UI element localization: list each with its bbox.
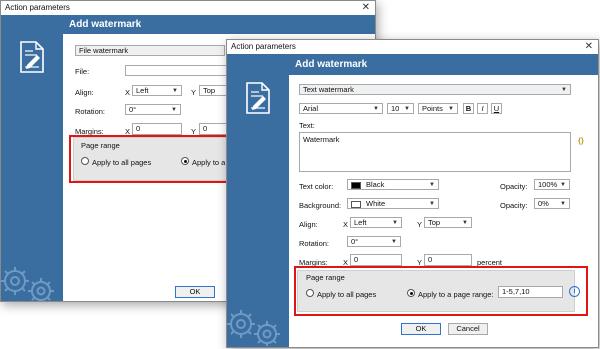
- font-unit-value: Points: [422, 104, 443, 113]
- text-color-swatch: [351, 181, 361, 189]
- text-color-label: Text color:: [299, 182, 334, 191]
- front-close-icon[interactable]: ✕: [585, 40, 593, 54]
- background-value: White: [366, 199, 386, 208]
- back-rotation-label: Rotation:: [75, 107, 106, 116]
- back-align-x-axis: X: [125, 88, 131, 97]
- opacity-label: Opacity:: [500, 182, 528, 191]
- text-color-value: Black: [366, 180, 385, 189]
- back-close-icon[interactable]: ✕: [362, 1, 370, 15]
- gear-icon: [1, 267, 54, 301]
- front-type-value: Text watermark: [303, 85, 354, 94]
- front-align-label: Align:: [299, 220, 318, 229]
- font-unit-select[interactable]: Points ▼: [418, 103, 458, 114]
- document-edit-icon: [20, 41, 44, 73]
- front-titlebar: Action parameters ✕: [227, 40, 598, 54]
- chevron-down-icon: ▼: [171, 106, 177, 113]
- chevron-down-icon: ▼: [462, 219, 468, 226]
- chevron-down-icon: ▼: [404, 105, 410, 112]
- background-label: Background:: [299, 201, 342, 210]
- chevron-down-icon: ▼: [448, 105, 454, 112]
- back-window-title: Action parameters: [5, 3, 70, 12]
- front-rotation-select[interactable]: 0° ▼: [347, 236, 401, 247]
- opacity2-label: Opacity:: [500, 201, 528, 210]
- front-align-x-axis: X: [343, 220, 349, 229]
- watermark-text-area[interactable]: Watermark: [299, 132, 571, 172]
- font-family-select[interactable]: Arial ▼: [299, 103, 383, 114]
- back-align-label: Align:: [75, 88, 94, 97]
- front-align-y-axis: Y: [417, 220, 423, 229]
- underline-button[interactable]: U: [491, 103, 502, 114]
- font-family-value: Arial: [303, 104, 319, 113]
- front-align-x-value: Left: [354, 218, 367, 227]
- back-titlebar: Action parameters ✕: [1, 1, 375, 15]
- back-align-y-axis: Y: [191, 88, 197, 97]
- bold-button[interactable]: B: [463, 103, 474, 114]
- back-type-select[interactable]: File watermark: [75, 45, 225, 56]
- back-align-y-value: Top: [203, 86, 216, 95]
- chevron-down-icon: ▼: [172, 87, 178, 94]
- chevron-down-icon: ▼: [391, 238, 397, 245]
- font-size-select[interactable]: 10 ▼: [387, 103, 414, 114]
- gear-icon: [227, 310, 280, 346]
- front-margin-x-input[interactable]: 0: [350, 254, 402, 266]
- opacity-select[interactable]: 100% ▼: [534, 179, 570, 190]
- front-window-title: Action parameters: [231, 42, 296, 51]
- watermark-text-value: Watermark: [303, 135, 340, 144]
- front-align-y-value: Top: [428, 218, 441, 227]
- chevron-down-icon: ▼: [561, 86, 567, 93]
- front-highlight-frame: [294, 266, 588, 316]
- chevron-down-icon: ▼: [429, 181, 435, 188]
- front-align-x-select[interactable]: Left ▼: [350, 217, 402, 228]
- front-header: Add watermark: [289, 54, 598, 75]
- back-type-value: File watermark: [79, 46, 129, 55]
- back-align-x-select[interactable]: Left ▼: [132, 85, 182, 96]
- chevron-down-icon: ▼: [560, 200, 566, 207]
- front-rotation-label: Rotation:: [299, 239, 330, 248]
- chevron-down-icon: ▼: [560, 181, 566, 188]
- front-ok-button[interactable]: OK: [401, 323, 441, 335]
- text-label: Text:: [299, 121, 315, 130]
- back-align-x-value: Left: [136, 86, 149, 95]
- document-edit-icon: [246, 82, 270, 114]
- back-rotation-select[interactable]: 0° ▼: [125, 104, 181, 115]
- chevron-down-icon: ▼: [392, 219, 398, 226]
- front-align-y-select[interactable]: Top ▼: [424, 217, 472, 228]
- back-file-label: File:: [75, 67, 90, 76]
- back-sidebar: [1, 15, 63, 301]
- back-ok-button[interactable]: OK: [175, 286, 215, 298]
- background-opacity-select[interactable]: 0% ▼: [534, 198, 570, 209]
- background-opacity-value: 0%: [538, 199, 549, 208]
- opacity-value: 100%: [538, 180, 558, 189]
- italic-button[interactable]: I: [477, 103, 488, 114]
- back-highlight-frame: [69, 135, 228, 183]
- text-color-select[interactable]: Black ▼: [347, 179, 439, 190]
- front-sidebar: [227, 54, 289, 347]
- back-file-input[interactable]: [125, 65, 235, 76]
- front-margin-y-input[interactable]: 0: [424, 254, 472, 266]
- background-select[interactable]: White ▼: [347, 198, 439, 209]
- front-type-select[interactable]: Text watermark ▼: [299, 84, 571, 95]
- back-header: Add watermark: [63, 15, 375, 34]
- chevron-down-icon: ▼: [429, 200, 435, 207]
- front-cancel-button[interactable]: Cancel: [448, 323, 488, 335]
- back-rotation-value: 0°: [129, 105, 137, 114]
- chevron-down-icon: ▼: [373, 105, 379, 112]
- font-size-value: 10: [391, 104, 400, 113]
- back-margin-x-input[interactable]: 0: [132, 123, 182, 135]
- macro-icon[interactable]: {}: [578, 136, 584, 145]
- front-rotation-value: 0°: [351, 237, 359, 246]
- background-swatch: [351, 200, 361, 208]
